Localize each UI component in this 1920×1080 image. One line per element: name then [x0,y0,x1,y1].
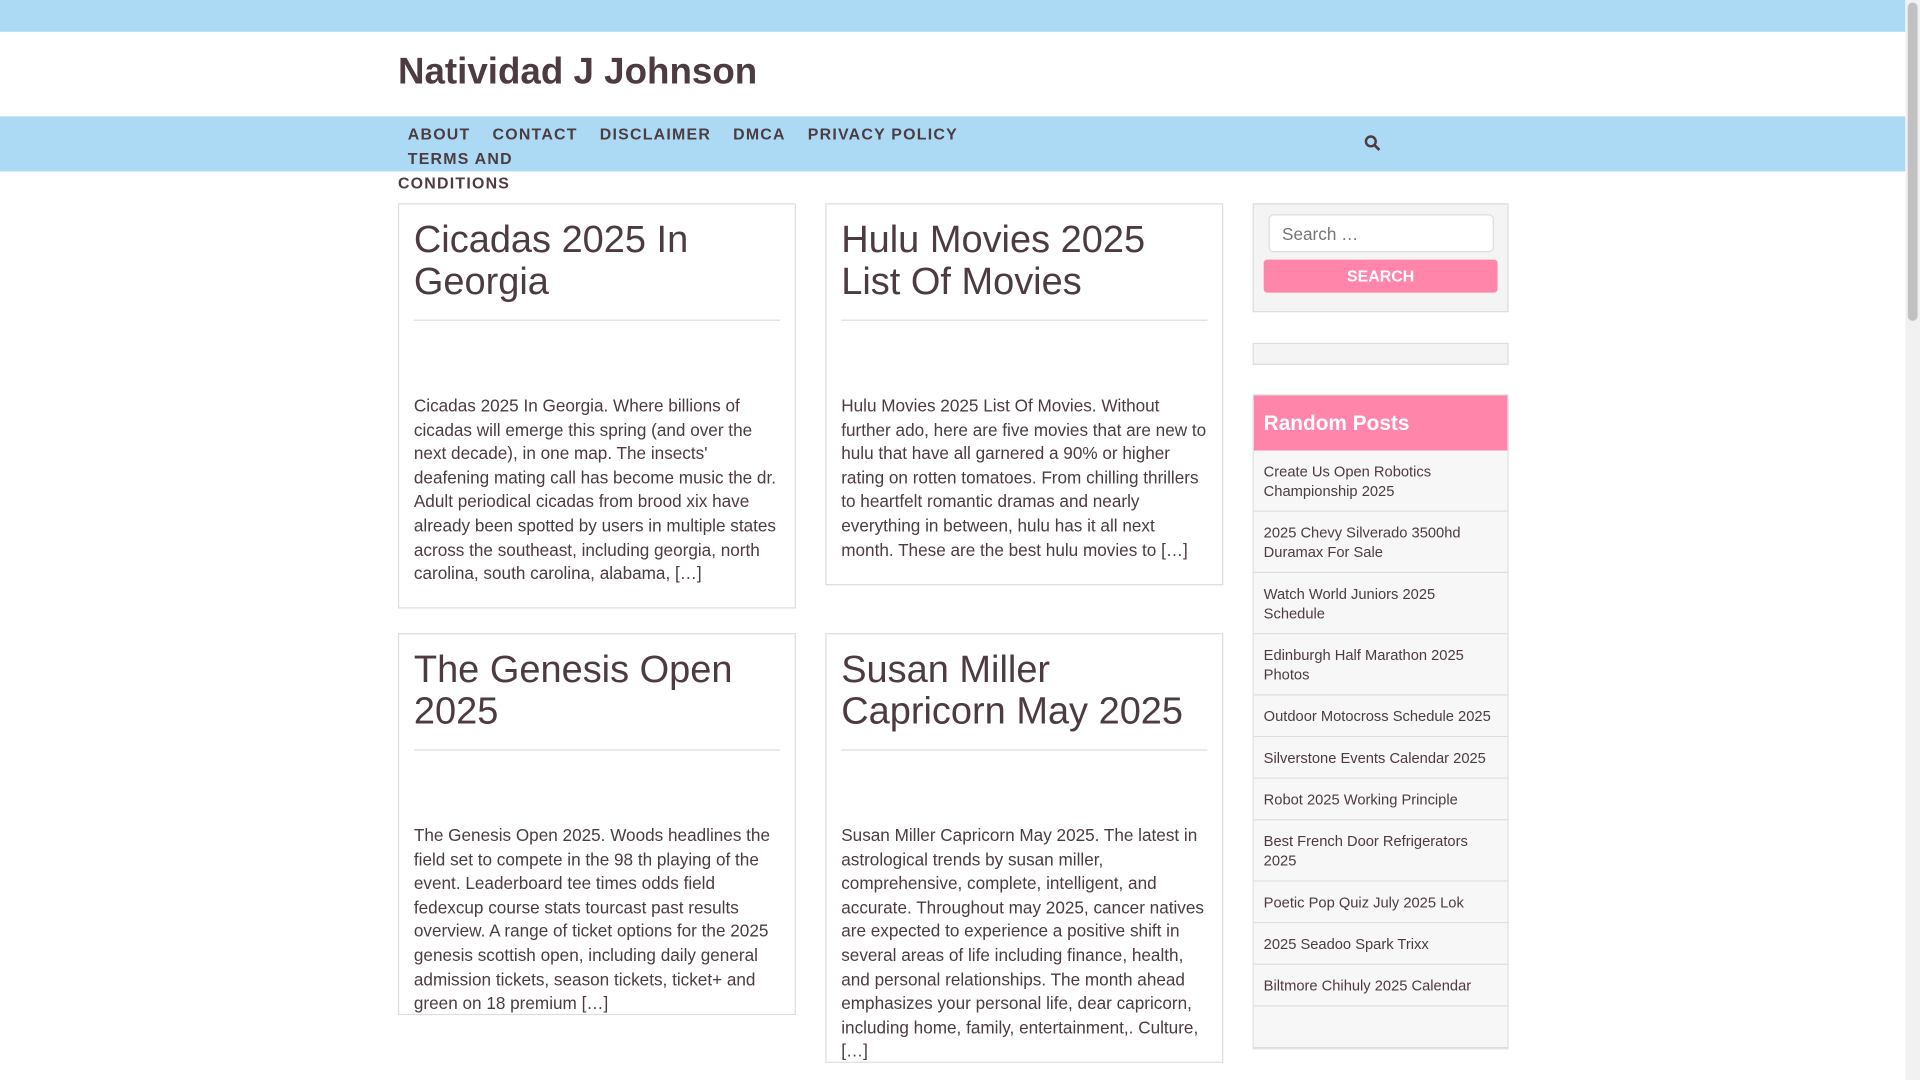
post-title[interactable]: Cicadas 2025 In Georgia [413,219,781,321]
post-card: The Genesis Open 2025 The Genesis Open 20… [397,633,796,1016]
top-bar [0,0,1906,32]
nav-terms[interactable]: TERMS AND [408,147,513,171]
post-card: Hulu Movies 2025 List Of Movies Hulu Movi… [825,203,1224,586]
nav-about[interactable]: ABOUT [408,122,471,146]
nav-dmca[interactable]: DMCA [733,122,786,146]
random-posts-widget: Random Posts Create Us Open Robotics Cha… [1252,394,1509,1050]
random-post-link[interactable]: 2025 Chevy Silverado 3500hd Duramax For … [1253,511,1508,574]
post-card: Cicadas 2025 In Georgia Cicadas 2025 In G… [397,203,796,609]
random-post-link[interactable]: Outdoor Motocross Schedule 2025 [1253,695,1508,738]
search-button[interactable]: SEARCH [1263,259,1498,293]
random-post-link[interactable]: Best French Door Refrigerators 2025 [1253,820,1508,882]
post-excerpt: Hulu Movies 2025 List Of Movies. Without… [841,395,1207,560]
post-title[interactable]: Hulu Movies 2025 List Of Movies [841,219,1208,321]
post-excerpt: The Genesis Open 2025. Woods headlines t… [413,825,770,1013]
random-post-link[interactable]: Biltmore Chihuly 2025 Calendar [1253,964,1508,1007]
post-card: Susan Miller Capricorn May 2025 Susan Mil… [825,633,1224,1063]
nav-privacy-policy[interactable]: PRIVACY POLICY [808,122,958,146]
random-post-link[interactable]: Silverstone Events Calendar 2025 [1253,737,1508,779]
site-title[interactable]: Natividad J Johnson [398,51,757,93]
random-post-link[interactable]: Edinburgh Half Marathon 2025 Photos [1253,634,1508,696]
search-widget: SEARCH [1252,203,1509,313]
nav-terms-cont[interactable]: CONDITIONS [398,171,510,195]
random-post-link[interactable]: Create Us Open Robotics Championship 202… [1253,450,1508,512]
search-input[interactable] [1268,214,1494,253]
random-posts-title: Random Posts [1253,395,1508,451]
scrollbar-thumb[interactable] [1907,2,1918,321]
post-title[interactable]: The Genesis Open 2025 [413,648,781,751]
nav-disclaimer[interactable]: DISCLAIMER [600,122,711,146]
post-title[interactable]: Susan Miller Capricorn May 2025 [841,648,1208,751]
search-icon[interactable] [1364,135,1381,152]
post-excerpt: Susan Miller Capricorn May 2025. The lat… [841,825,1204,1061]
nav-contact[interactable]: CONTACT [493,122,578,146]
empty-widget [1252,342,1509,365]
main-nav: ABOUT CONTACT DISCLAIMER DMCA PRIVACY POLICY… [0,116,1906,192]
random-post-link[interactable]: 2025 Seadoo Spark Trixx [1253,923,1508,965]
random-post-link[interactable]: Robot 2025 Working Principle [1253,778,1508,821]
scrollbar[interactable] [1905,0,1920,1080]
random-post-link[interactable]: Watch World Juniors 2025 Schedule [1253,573,1508,635]
random-post-link[interactable]: Poetic Pop Quiz July 2025 Lok [1253,881,1508,924]
post-excerpt: Cicadas 2025 In Georgia. Where billions … [413,395,777,584]
random-post-link[interactable] [1253,1006,1508,1049]
